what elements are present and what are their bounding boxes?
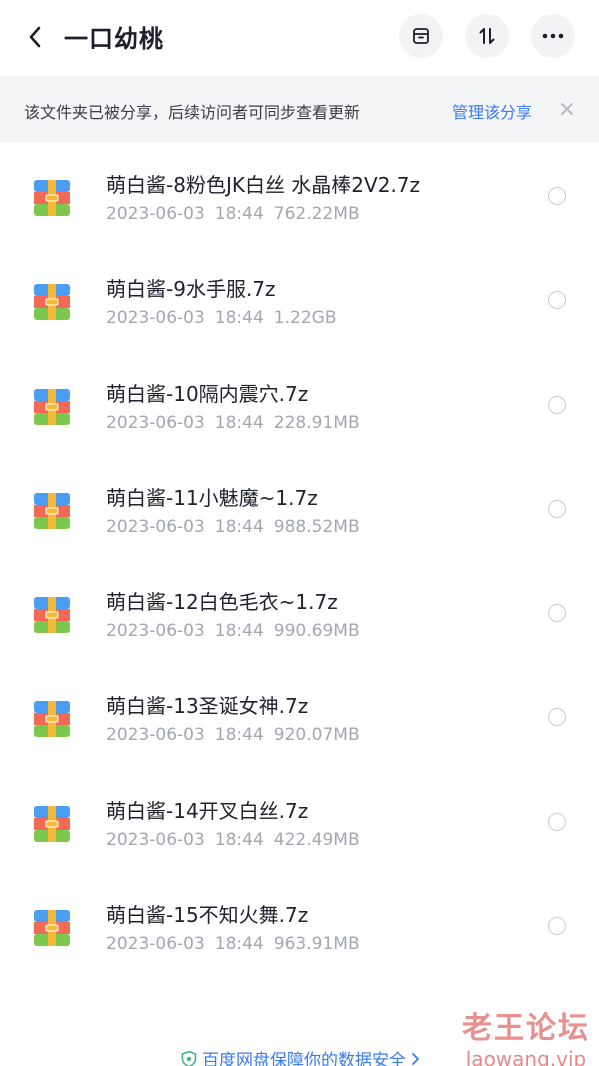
file-meta: 2023-06-03 18:44 990.69MB (106, 621, 370, 641)
folder-title: 一口幼桃 (64, 25, 164, 53)
select-checkbox[interactable] (548, 604, 566, 623)
file-date: 2023-06-03 (106, 308, 205, 329)
file-time: 18:44 (214, 516, 264, 537)
more-dots-icon (542, 33, 564, 39)
file-name: 萌白酱-15不知火舞.7z (106, 903, 309, 928)
select-checkbox[interactable] (548, 708, 566, 727)
file-meta: 2023-06-03 18:44 422.49MB (106, 830, 370, 850)
close-banner-button[interactable] (556, 98, 578, 120)
file-meta: 2023-06-03 18:44 1.22GB (106, 308, 346, 328)
file-name: 萌白酱-13圣诞女神.7z (106, 694, 309, 719)
select-checkbox[interactable] (548, 917, 566, 936)
archive-file-icon (34, 597, 70, 634)
file-time: 18:44 (214, 829, 264, 850)
back-button[interactable] (22, 22, 48, 52)
file-date: 2023-06-03 (106, 516, 205, 537)
file-list: 萌白酱-8粉色JK白丝 水晶棒2V2.7z 2023-06-03 18:44 762… (0, 142, 599, 976)
file-size: 228.91MB (273, 412, 360, 433)
file-name: 萌白酱-8粉色JK白丝 水晶棒2V2.7z (106, 173, 421, 197)
share-banner: 该文件夹已被分享，后续访问者可同步查看更新 管理该分享 (0, 76, 599, 142)
file-size: 988.52MB (273, 516, 360, 537)
file-size: 990.69MB (273, 621, 360, 642)
file-time: 18:44 (214, 308, 264, 329)
manage-share-link[interactable]: 管理该分享 (452, 99, 532, 123)
archive-file-icon (34, 910, 70, 947)
file-date: 2023-06-03 (106, 934, 205, 955)
select-checkbox[interactable] (548, 187, 566, 205)
close-icon (561, 103, 573, 115)
file-row[interactable]: 萌白酱-11小魅魔~1.7z 2023-06-03 18:44 988.52MB (0, 455, 599, 559)
file-meta: 2023-06-03 18:44 963.91MB (106, 934, 370, 954)
security-text: 百度网盘保障你的数据安全 (202, 1051, 406, 1066)
file-row[interactable]: 萌白酱-14开叉白丝.7z 2023-06-03 18:44 422.49MB (0, 768, 599, 872)
sort-button[interactable] (465, 14, 509, 58)
security-link[interactable]: 百度网盘保障你的数据安全 (180, 1046, 420, 1066)
footer: 百度网盘保障你的数据安全 (0, 1040, 599, 1066)
top-bar: 一口幼桃 (0, 0, 599, 76)
file-row[interactable]: 萌白酱-8粉色JK白丝 水晶棒2V2.7z 2023-06-03 18:44 762… (0, 142, 599, 246)
share-message: 该文件夹已被分享，后续访问者可同步查看更新 (24, 103, 361, 122)
file-row[interactable]: 萌白酱-10隔内震穴.7z 2023-06-03 18:44 228.91MB (0, 351, 599, 455)
file-meta: 2023-06-03 18:44 762.22MB (106, 204, 370, 224)
more-button[interactable] (531, 14, 575, 58)
file-name: 萌白酱-11小魅魔~1.7z (106, 485, 318, 510)
file-meta: 2023-06-03 18:44 920.07MB (106, 725, 370, 745)
file-name: 萌白酱-14开叉白丝.7z (106, 798, 309, 823)
archive-file-icon (34, 388, 70, 425)
file-size: 762.22MB (273, 204, 360, 224)
file-size: 963.91MB (273, 934, 360, 955)
file-name: 萌白酱-9水手服.7z (106, 277, 276, 302)
archive-file-icon (34, 805, 70, 842)
archive-file-icon (34, 284, 70, 321)
archive-file-icon (34, 701, 70, 738)
sort-icon (479, 28, 495, 44)
select-checkbox[interactable] (548, 291, 566, 310)
file-row[interactable]: 萌白酱-9水手服.7z 2023-06-03 18:44 1.22GB (0, 246, 599, 350)
select-checkbox[interactable] (548, 812, 566, 831)
file-name: 萌白酱-10隔内震穴.7z (106, 381, 309, 406)
file-row[interactable]: 萌白酱-15不知火舞.7z 2023-06-03 18:44 963.91MB (0, 872, 599, 976)
file-meta: 2023-06-03 18:44 228.91MB (106, 413, 370, 433)
chevron-left-icon (29, 26, 41, 48)
file-time: 18:44 (214, 204, 264, 224)
file-size: 920.07MB (273, 725, 360, 746)
archive-file-icon (34, 492, 70, 529)
file-date: 2023-06-03 (106, 829, 205, 850)
file-row[interactable]: 萌白酱-12白色毛衣~1.7z 2023-06-03 18:44 990.69MB (0, 559, 599, 663)
file-date: 2023-06-03 (106, 621, 205, 642)
file-time: 18:44 (214, 621, 264, 642)
file-date: 2023-06-03 (106, 204, 205, 224)
file-date: 2023-06-03 (106, 412, 205, 433)
file-time: 18:44 (214, 934, 264, 955)
file-meta: 2023-06-03 18:44 988.52MB (106, 517, 370, 537)
archive-button[interactable] (399, 14, 443, 58)
select-checkbox[interactable] (548, 395, 566, 414)
shield-icon (181, 1050, 197, 1066)
archive-icon (413, 28, 429, 44)
file-row[interactable]: 萌白酱-13圣诞女神.7z 2023-06-03 18:44 920.07MB (0, 663, 599, 767)
file-name: 萌白酱-12白色毛衣~1.7z (106, 590, 338, 615)
file-size: 1.22GB (273, 308, 337, 329)
select-checkbox[interactable] (548, 499, 566, 518)
chevron-right-icon (412, 1052, 419, 1065)
file-time: 18:44 (214, 725, 264, 746)
file-size: 422.49MB (273, 829, 360, 850)
archive-file-icon (34, 180, 70, 216)
file-date: 2023-06-03 (106, 725, 205, 746)
file-time: 18:44 (214, 412, 264, 433)
